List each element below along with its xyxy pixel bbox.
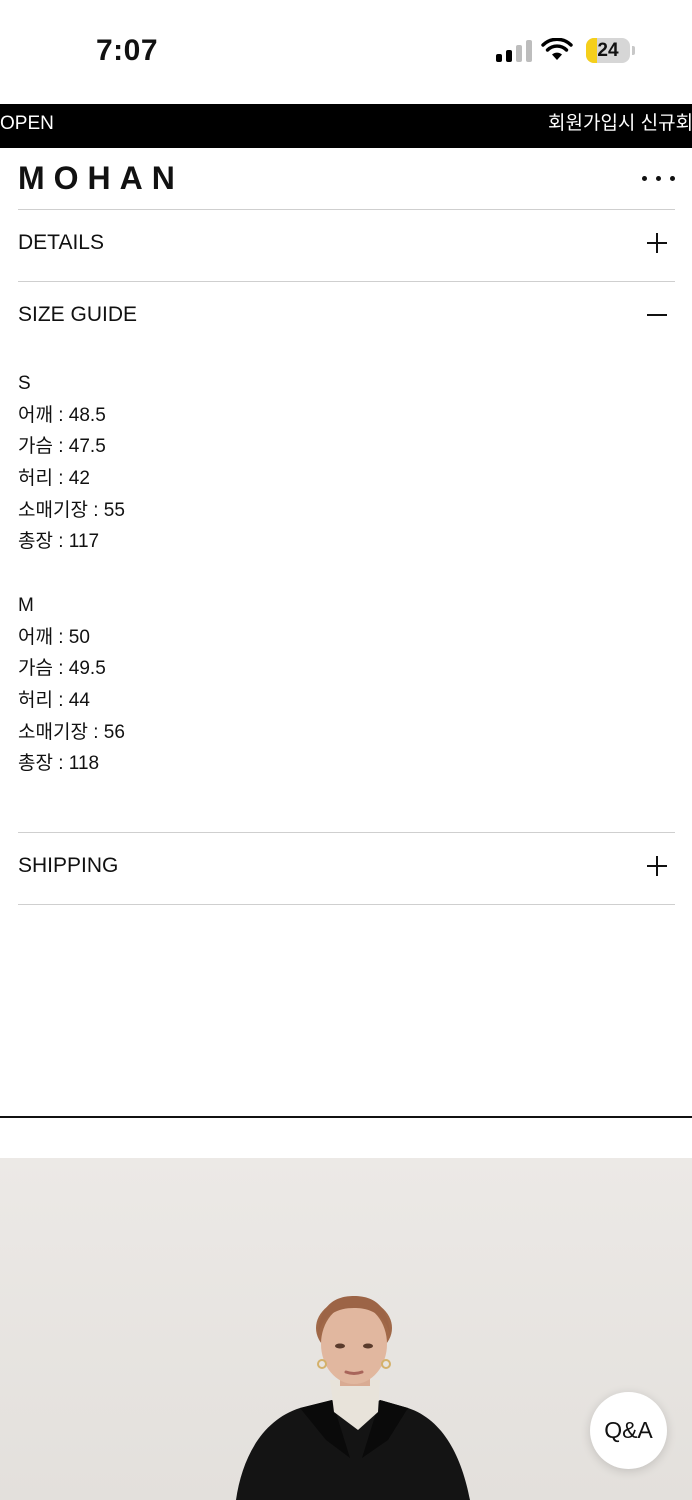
accordion-shipping-header[interactable]: SHIPPING — [18, 846, 675, 886]
size-guide-s: S 어깨 : 48.5 가슴 : 47.5 허리 : 42 소매기장 : 55 … — [18, 368, 125, 558]
divider — [18, 904, 675, 905]
wifi-icon — [541, 38, 573, 60]
accordion-shipping-title: SHIPPING — [18, 854, 119, 877]
size-label: M — [18, 595, 34, 616]
size-measure: 어깨 : 48.5 — [18, 404, 106, 426]
status-time: 7:07 — [96, 34, 159, 67]
size-measure: 어깨 : 50 — [18, 626, 90, 648]
size-measure: 허리 : 42 — [18, 468, 90, 490]
accordion-size-guide-header[interactable]: SIZE GUIDE — [18, 295, 675, 335]
more-menu-button[interactable] — [636, 166, 680, 192]
size-label: S — [18, 373, 31, 394]
dot-icon — [656, 176, 661, 181]
promo-banner[interactable]: OPEN 회원가입시 신규회원 — [0, 104, 692, 148]
size-guide-m: M 어깨 : 50 가슴 : 49.5 허리 : 44 소매기장 : 56 총장… — [18, 590, 125, 780]
size-measure: 총장 : 117 — [18, 531, 100, 553]
size-measure: 허리 : 44 — [18, 690, 90, 712]
banner-text-right: 회원가입시 신규회원 — [548, 113, 692, 134]
accordion-details-title: DETAILS — [18, 231, 104, 254]
product-photo[interactable] — [0, 1158, 692, 1500]
size-measure: 소매기장 : 56 — [18, 721, 125, 743]
model-photo-illustration — [236, 1296, 470, 1500]
qa-floating-button[interactable]: Q&A — [590, 1392, 667, 1469]
size-measure: 가슴 : 47.5 — [18, 436, 106, 458]
section-divider — [0, 1116, 692, 1118]
accordion-size-guide-title: SIZE GUIDE — [18, 303, 138, 326]
divider — [18, 281, 675, 282]
status-bar: 7:07 24 — [0, 0, 692, 104]
battery-icon: 24 — [586, 38, 630, 63]
size-measure: 가슴 : 49.5 — [18, 658, 106, 680]
dot-icon — [642, 176, 647, 181]
plus-icon — [647, 233, 667, 253]
dot-icon — [670, 176, 675, 181]
brand-logo[interactable]: MOHAN — [18, 160, 184, 197]
plus-icon — [647, 856, 667, 876]
size-measure: 소매기장 : 55 — [18, 499, 125, 521]
battery-cap — [632, 46, 635, 55]
size-measure: 총장 : 118 — [18, 753, 100, 775]
divider — [18, 832, 675, 833]
minus-icon — [647, 305, 667, 325]
cellular-signal-icon — [496, 40, 532, 62]
banner-text-left: OPEN — [0, 113, 54, 134]
accordion-details-header[interactable]: DETAILS — [18, 223, 675, 263]
battery-level: 24 — [597, 40, 619, 61]
divider — [18, 209, 675, 210]
